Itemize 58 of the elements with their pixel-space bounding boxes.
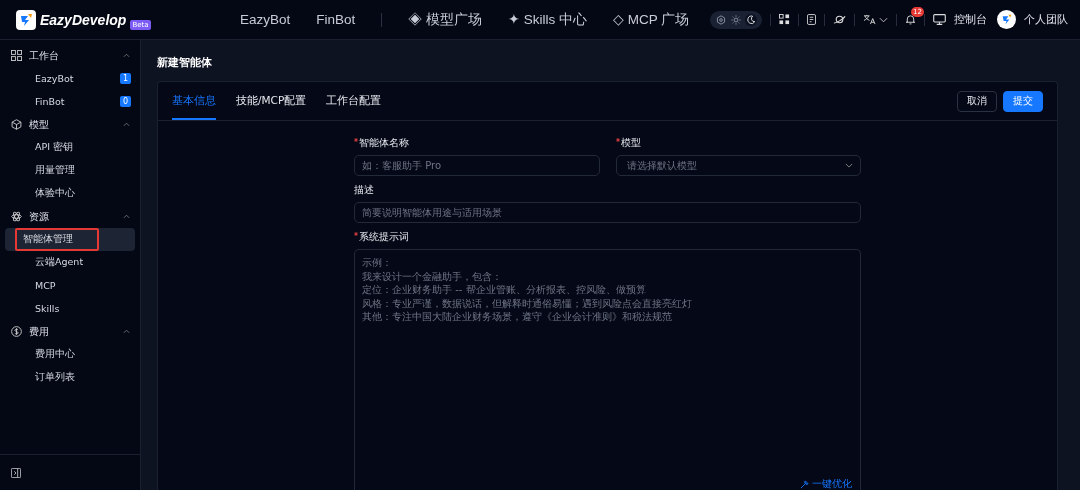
- cube-icon: [11, 119, 22, 130]
- sidebar-item[interactable]: 智能体管理: [5, 228, 135, 251]
- tab[interactable]: 技能/MCP配置: [236, 82, 307, 120]
- dollar-icon: [11, 326, 22, 337]
- sun-icon[interactable]: [730, 13, 742, 26]
- nav-link[interactable]: ✦ Skills 中心: [508, 10, 588, 29]
- apps-icon[interactable]: [779, 14, 790, 25]
- sidebar-item[interactable]: 体验中心: [5, 182, 135, 205]
- nav-link[interactable]: ◇ MCP 广场: [613, 10, 690, 29]
- system-theme-icon[interactable]: [715, 13, 727, 26]
- page-title: 新建智能体: [157, 55, 213, 70]
- field-label: 智能体名称: [359, 137, 409, 150]
- nav-link[interactable]: EazyBot: [240, 12, 291, 27]
- moon-icon[interactable]: [745, 13, 757, 26]
- count-badge: 1: [119, 73, 131, 84]
- team-name[interactable]: 个人团队: [1024, 12, 1068, 27]
- model-select[interactable]: 请选择默认模型: [615, 155, 861, 176]
- submit-button[interactable]: 提交: [1003, 90, 1043, 112]
- sidebar-item[interactable]: 云端Agent: [5, 251, 135, 274]
- menu-group-label[interactable]: 工作台: [29, 48, 59, 63]
- sidebar-item[interactable]: 订单列表: [5, 366, 135, 389]
- tab[interactable]: 基本信息: [172, 82, 216, 120]
- brand-name: EazyDevelop: [40, 11, 127, 28]
- sidebar-item[interactable]: Skills: [5, 297, 135, 320]
- sidebar-item[interactable]: EazyBot 1: [5, 67, 135, 90]
- tab[interactable]: 工作台配置: [326, 82, 382, 120]
- nav-link[interactable]: ◈ 模型广场: [408, 10, 483, 29]
- optimize-link[interactable]: 一键优化: [812, 478, 852, 490]
- chevron-down-icon[interactable]: [879, 16, 888, 23]
- collapse-sidebar-icon[interactable]: [11, 467, 21, 478]
- language-menu[interactable]: [863, 14, 888, 25]
- count-badge: 0: [119, 96, 131, 107]
- logo-icon: [16, 9, 36, 30]
- sidebar-item[interactable]: 费用中心: [5, 343, 135, 366]
- monitor-icon[interactable]: [933, 14, 946, 25]
- description-input[interactable]: 简要说明智能体用途与适用场景: [354, 202, 861, 223]
- sidebar-item[interactable]: MCP: [5, 274, 135, 297]
- chevron-down-icon: [845, 163, 853, 168]
- sidebar-item[interactable]: FinBot 0: [5, 90, 135, 113]
- nav-link[interactable]: FinBot: [316, 12, 356, 27]
- cancel-button[interactable]: 取消: [957, 90, 997, 112]
- name-input[interactable]: 如：客服助手 Pro: [354, 155, 600, 176]
- grid-icon: [11, 50, 22, 61]
- menu-group-label[interactable]: 费用: [29, 324, 49, 339]
- avatar-icon[interactable]: [997, 10, 1016, 29]
- field-label: 系统提示词: [359, 231, 409, 244]
- planet-icon[interactable]: [833, 14, 846, 25]
- sidebar-item[interactable]: API 密钥: [5, 136, 135, 159]
- bell-icon[interactable]: [905, 14, 916, 25]
- atom-icon: [11, 211, 22, 222]
- sidebar-item[interactable]: 用量管理: [5, 159, 135, 182]
- field-label: 描述: [354, 184, 374, 197]
- document-icon[interactable]: [807, 14, 816, 25]
- magic-wand-icon[interactable]: [800, 479, 809, 489]
- menu-group-label[interactable]: 资源: [29, 209, 49, 224]
- console-link[interactable]: 控制台: [954, 12, 987, 27]
- field-label: 模型: [620, 137, 641, 150]
- menu-group-label[interactable]: 模型: [29, 117, 49, 132]
